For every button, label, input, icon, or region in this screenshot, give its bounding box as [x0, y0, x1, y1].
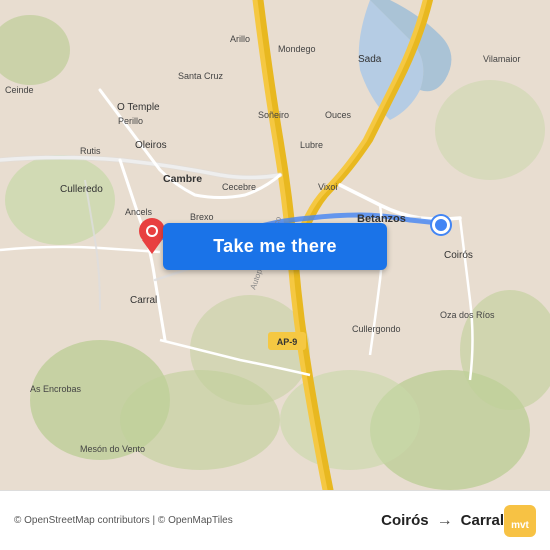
- svg-text:Oleiros: Oleiros: [135, 140, 167, 151]
- route-info: Coirós → Carral: [381, 512, 504, 530]
- svg-text:Santa Cruz: Santa Cruz: [178, 71, 224, 81]
- route-arrow-icon: →: [437, 512, 453, 530]
- svg-text:Perillo: Perillo: [118, 116, 143, 126]
- svg-text:Cullergondo: Cullergondo: [352, 324, 401, 334]
- route-from-label: Coirós: [381, 512, 429, 529]
- svg-text:Sada: Sada: [358, 54, 382, 65]
- svg-text:Cecebre: Cecebre: [222, 182, 256, 192]
- footer-left: © OpenStreetMap contributors | © OpenMap…: [14, 515, 381, 526]
- svg-text:Ceinde: Ceinde: [5, 85, 34, 95]
- svg-text:Culleredo: Culleredo: [60, 184, 103, 195]
- svg-text:Ouces: Ouces: [325, 110, 352, 120]
- moovit-logo: mvt: [504, 505, 536, 537]
- svg-text:Lubre: Lubre: [300, 140, 323, 150]
- route-to-label: Carral: [461, 512, 504, 529]
- footer: © OpenStreetMap contributors | © OpenMap…: [0, 490, 550, 550]
- svg-text:Brexo: Brexo: [190, 212, 214, 222]
- svg-text:Mesón do Vento: Mesón do Vento: [80, 444, 145, 454]
- svg-text:Ancels: Ancels: [125, 207, 153, 217]
- svg-text:As Encrobas: As Encrobas: [30, 384, 82, 394]
- destination-dot: [432, 216, 450, 234]
- svg-text:Soñeiro: Soñeiro: [258, 110, 289, 120]
- svg-text:Vilamaior: Vilamaior: [483, 54, 520, 64]
- svg-text:Rutis: Rutis: [80, 146, 101, 156]
- svg-text:mvt: mvt: [511, 520, 529, 531]
- take-me-there-button[interactable]: Take me there: [163, 223, 387, 270]
- svg-text:AP-9: AP-9: [277, 337, 298, 347]
- svg-text:Mondego: Mondego: [278, 44, 316, 54]
- svg-text:Vixoi: Vixoi: [318, 182, 337, 192]
- svg-text:O Temple: O Temple: [117, 102, 160, 113]
- take-me-there-label: Take me there: [213, 236, 337, 257]
- svg-text:Carral: Carral: [130, 295, 157, 306]
- map-container: O Temple Oleiros Cambre Culleredo Betanz…: [0, 0, 550, 490]
- origin-pin: [138, 218, 166, 254]
- svg-text:Oza dos Ríos: Oza dos Ríos: [440, 310, 495, 320]
- copyright-text: © OpenStreetMap contributors | © OpenMap…: [14, 515, 233, 526]
- moovit-icon: mvt: [504, 505, 536, 537]
- svg-text:Cambre: Cambre: [163, 173, 202, 185]
- svg-text:Coirós: Coirós: [444, 250, 473, 261]
- svg-text:Arillo: Arillo: [230, 34, 250, 44]
